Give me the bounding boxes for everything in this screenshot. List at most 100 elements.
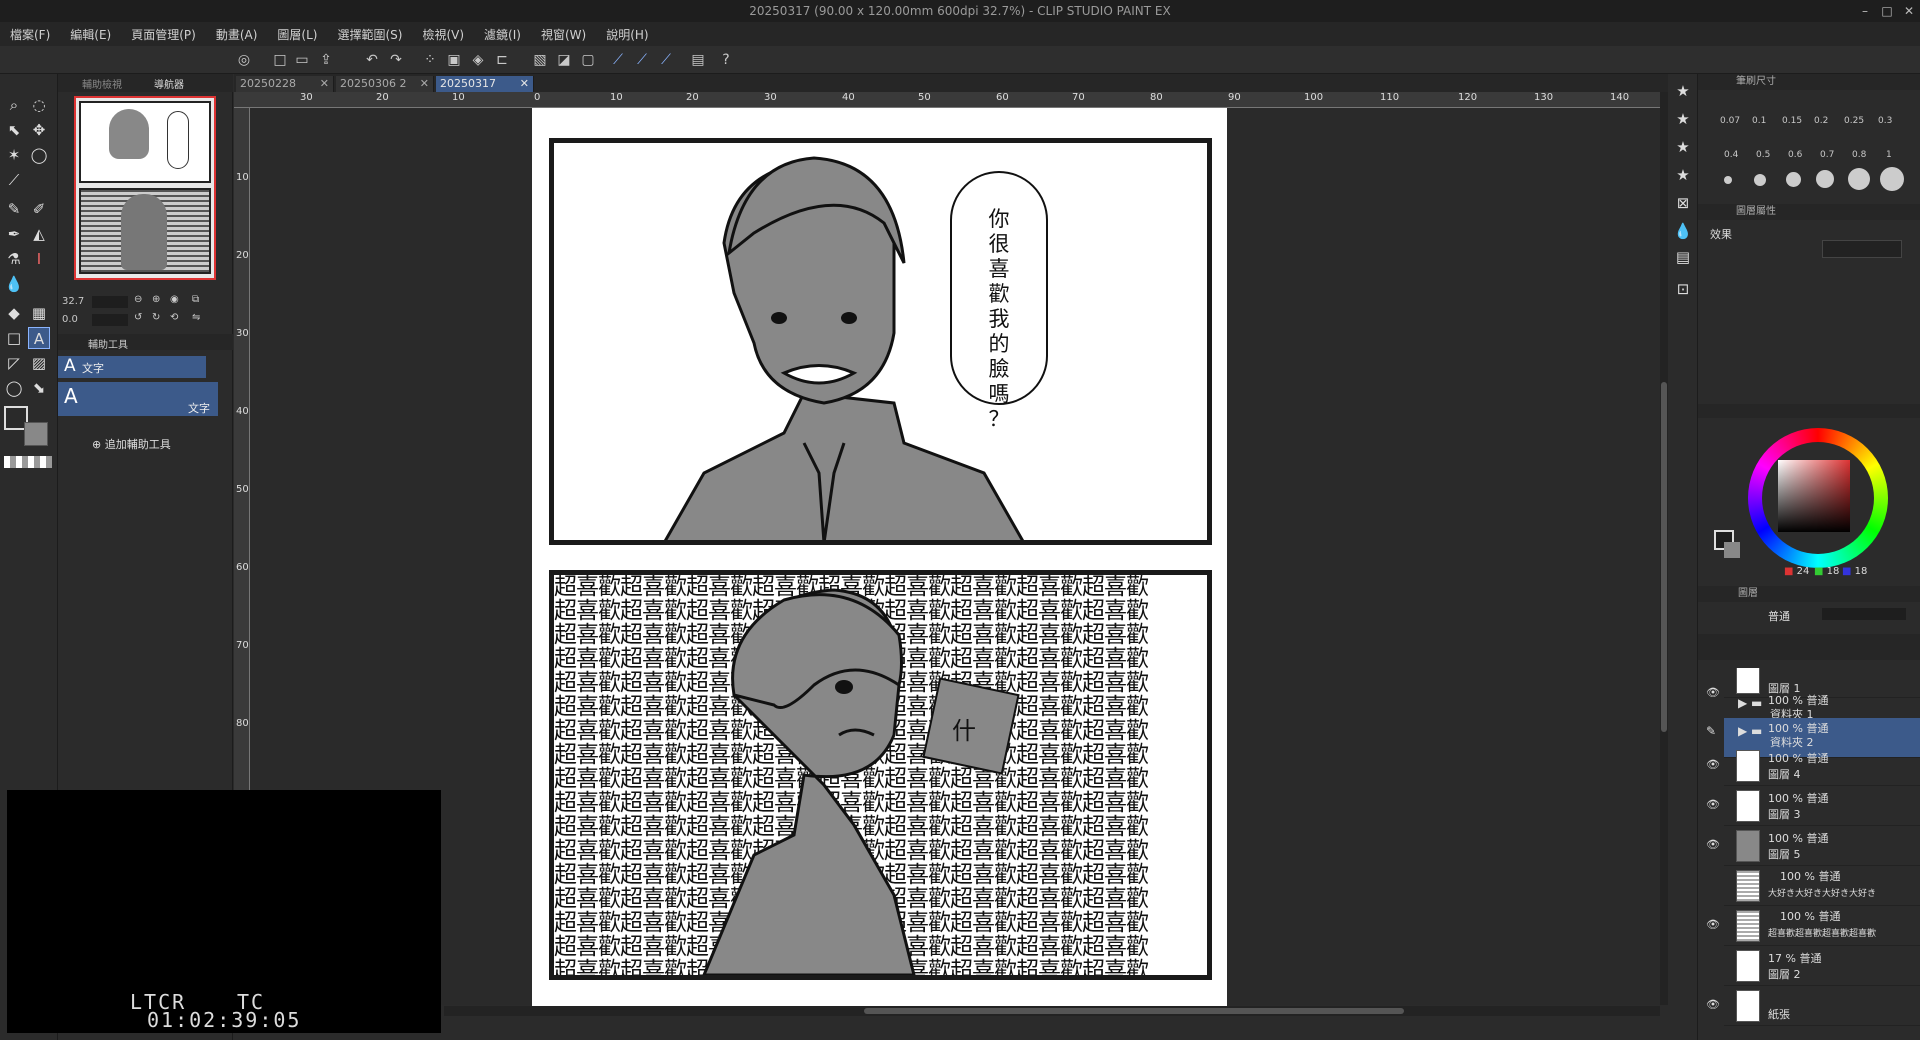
maximize-icon[interactable]: □ bbox=[1876, 0, 1898, 22]
reset-rotation-icon[interactable]: ⟲ bbox=[170, 312, 178, 323]
invert-selection-icon[interactable]: ◈ bbox=[468, 50, 488, 70]
sub-tool-tab[interactable]: 輔助工具 bbox=[88, 336, 128, 351]
brush-size-value[interactable]: 0.1 bbox=[1752, 116, 1766, 126]
brush-dot[interactable] bbox=[1786, 172, 1801, 187]
menu-help[interactable]: 說明(H) bbox=[606, 26, 648, 43]
menu-layer[interactable]: 圖層(L) bbox=[277, 26, 317, 43]
eye-icon[interactable]: 👁 bbox=[1706, 838, 1720, 851]
gradient-icon[interactable]: ▦ bbox=[28, 302, 50, 324]
tab-sub-view[interactable]: 輔助檢視 bbox=[82, 76, 122, 91]
search-layer-icon[interactable]: ⊡ bbox=[1672, 278, 1694, 300]
zoom-in-icon[interactable]: ⊕ bbox=[152, 294, 160, 305]
eyedropper-icon[interactable]: ⟋ bbox=[3, 169, 25, 191]
color-mix-icon[interactable]: 💧 bbox=[1672, 220, 1694, 242]
eye-icon[interactable]: 👁 bbox=[1706, 998, 1720, 1011]
balloon-icon[interactable]: ◯ bbox=[3, 377, 25, 399]
undo-icon[interactable]: ↶ bbox=[362, 50, 382, 70]
special-ruler-snap-icon[interactable]: ⟋ bbox=[632, 50, 652, 70]
material-icon-4[interactable]: ★ bbox=[1672, 164, 1694, 186]
help-icon[interactable]: ? bbox=[716, 50, 736, 70]
fill-bucket-icon[interactable]: ◆ bbox=[3, 302, 25, 324]
clip-studio-icon[interactable]: ◎ bbox=[234, 50, 254, 70]
object-select-icon[interactable]: ⬉ bbox=[3, 119, 25, 141]
horizontal-scrollbar[interactable] bbox=[444, 1006, 1660, 1016]
clear-icon[interactable]: ▧ bbox=[530, 50, 550, 70]
move-rotate-icon[interactable]: ◌ bbox=[28, 94, 50, 116]
sub-tool-item-text[interactable]: A 文字 bbox=[58, 356, 206, 378]
save-icon[interactable]: ⇪ bbox=[316, 50, 336, 70]
brush-dot[interactable] bbox=[1848, 168, 1870, 190]
rotate-right-icon[interactable]: ↻ bbox=[152, 312, 160, 323]
tab-navigator[interactable]: 導航器 bbox=[154, 76, 184, 91]
doc-tab-20250317[interactable]: 20250317 ✕ bbox=[436, 76, 534, 92]
brush-icon[interactable]: ✒ bbox=[3, 223, 25, 245]
layer-row[interactable]: 👁 紙張 bbox=[1706, 986, 1920, 1026]
sub-color-swatch[interactable] bbox=[24, 422, 48, 446]
close-material-icon[interactable]: ⊠ bbox=[1672, 192, 1694, 214]
auto-select-icon[interactable]: ✶ bbox=[3, 144, 25, 166]
zoom-value[interactable]: 32.7 bbox=[62, 296, 84, 307]
transform-icon[interactable]: ▢ bbox=[578, 50, 598, 70]
lasso-select-icon[interactable]: ◯ bbox=[28, 144, 50, 166]
horizontal-scroll-thumb[interactable] bbox=[864, 1008, 1404, 1014]
minimize-icon[interactable]: – bbox=[1854, 0, 1876, 22]
add-sub-tool-button[interactable]: ⊕ 追加輔助工具 bbox=[92, 436, 171, 452]
pen-icon[interactable]: ✎ bbox=[3, 198, 25, 220]
grid-snap-icon[interactable]: ⟋ bbox=[656, 50, 676, 70]
brush-size-value[interactable]: 0.8 bbox=[1852, 150, 1866, 160]
brush-size-value[interactable]: 0.7 bbox=[1820, 150, 1834, 160]
material-icon[interactable]: ★ bbox=[1672, 80, 1694, 102]
fill-icon[interactable]: ◪ bbox=[554, 50, 574, 70]
brush-dot[interactable] bbox=[1880, 167, 1904, 191]
flip-icon[interactable]: ⇋ bbox=[192, 312, 200, 323]
eye-icon[interactable]: 👁 bbox=[1706, 758, 1720, 771]
menu-file[interactable]: 檔案(F) bbox=[10, 26, 50, 43]
zoom-slider[interactable] bbox=[92, 296, 128, 308]
effect-buttons[interactable] bbox=[1822, 240, 1902, 258]
close-tab-icon[interactable]: ✕ bbox=[520, 76, 529, 92]
brush-size-value[interactable]: 0.3 bbox=[1878, 116, 1892, 126]
blend-mode-select[interactable]: 普通 bbox=[1768, 608, 1790, 624]
layer-row[interactable]: 👁 100 % 普通 圖層 5 bbox=[1706, 826, 1920, 866]
eye-icon[interactable]: 👁 bbox=[1706, 686, 1720, 699]
menu-window[interactable]: 視窗(W) bbox=[541, 26, 586, 43]
layer-row[interactable]: 17 % 普通 圖層 2 bbox=[1724, 946, 1920, 986]
layer-row[interactable]: 👁 100 % 普通 圖層 4 bbox=[1706, 746, 1920, 786]
rotation-slider[interactable] bbox=[92, 314, 128, 326]
color-sub-swatch[interactable] bbox=[1724, 542, 1740, 558]
menu-edit[interactable]: 編輯(E) bbox=[70, 26, 111, 43]
airbrush-icon[interactable]: ⚗ bbox=[3, 248, 25, 270]
crop-icon[interactable]: ⊏ bbox=[492, 50, 512, 70]
brush-size-value[interactable]: 0.6 bbox=[1788, 150, 1802, 160]
fit-window-icon[interactable]: ⧉ bbox=[192, 294, 199, 305]
pencil-icon[interactable]: ✐ bbox=[28, 198, 50, 220]
text-tool-icon[interactable]: A bbox=[28, 327, 50, 349]
brush-size-value[interactable]: 0.25 bbox=[1844, 116, 1864, 126]
eye-icon[interactable]: 👁 bbox=[1706, 798, 1720, 811]
brush-size-value[interactable]: 0.2 bbox=[1814, 116, 1828, 126]
brush-dot[interactable] bbox=[1724, 176, 1732, 184]
decoration-icon[interactable]: I bbox=[28, 248, 50, 270]
history-icon[interactable]: ▤ bbox=[1672, 246, 1694, 268]
navigator-preview[interactable] bbox=[74, 96, 216, 280]
eraser-icon[interactable]: ◭ bbox=[28, 223, 50, 245]
material-icon-3[interactable]: ★ bbox=[1672, 136, 1694, 158]
comic-page[interactable]: 你 很 喜 歡 我 的 臉 嗎 ？ 超喜歡超喜歡超喜歡超喜歡超喜歡超喜歡超喜歡超… bbox=[532, 108, 1227, 1008]
menu-animation[interactable]: 動畫(A) bbox=[216, 26, 258, 43]
close-tab-icon[interactable]: ✕ bbox=[320, 76, 329, 92]
saturation-square[interactable] bbox=[1778, 460, 1850, 532]
close-icon[interactable]: ✕ bbox=[1898, 0, 1920, 22]
brush-size-value[interactable]: 0.5 bbox=[1756, 150, 1770, 160]
rotation-value[interactable]: 0.0 bbox=[62, 314, 78, 325]
vertical-scroll-thumb[interactable] bbox=[1661, 382, 1667, 732]
menu-selection[interactable]: 選擇範圍(S) bbox=[337, 26, 402, 43]
frame-border-icon[interactable]: ◸ bbox=[3, 352, 25, 374]
redo-icon[interactable]: ↷ bbox=[386, 50, 406, 70]
blend-icon[interactable]: 💧 bbox=[3, 273, 25, 295]
rotate-left-icon[interactable]: ↺ bbox=[134, 312, 142, 323]
transparent-color-swatch[interactable] bbox=[4, 456, 52, 468]
opacity-slider[interactable] bbox=[1822, 608, 1906, 620]
layer-row[interactable]: 100 % 普通 大好き大好き大好き大好き bbox=[1724, 866, 1920, 906]
zoom-tool-icon[interactable]: ⌕ bbox=[3, 94, 25, 116]
tool-settings-icon[interactable]: ▤ bbox=[688, 50, 708, 70]
